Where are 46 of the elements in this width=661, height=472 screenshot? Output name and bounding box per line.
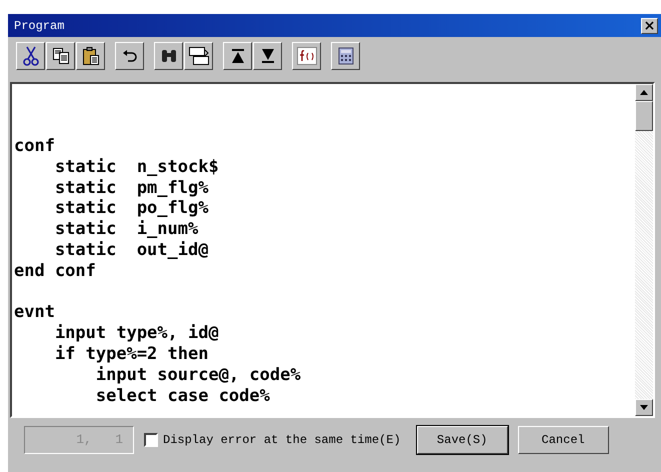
scissors-button[interactable] xyxy=(16,42,45,70)
vertical-scrollbar[interactable] xyxy=(635,84,653,416)
code-line: static pm_flg% xyxy=(54,178,208,198)
jump-top-button[interactable] xyxy=(223,42,252,70)
code-line: evnt xyxy=(14,302,55,322)
code-line: input source@, code% xyxy=(94,364,301,385)
jump-bottom-button[interactable] xyxy=(253,42,282,70)
checkbox-label[interactable]: Display error at the same time(E) xyxy=(163,433,401,447)
calculator-button[interactable] xyxy=(331,42,360,70)
code-line: select case code% xyxy=(94,386,270,406)
code-editor[interactable]: conf static n_stock$ static pm_flg% static po_flg% static i_num% static out_id@ end conf evnt input type%, id@ if type%=2 then input source@, code% select case code% xyxy=(10,82,655,418)
cancel-button[interactable]: Cancel xyxy=(518,426,609,454)
checkbox[interactable] xyxy=(144,433,158,447)
clipboard-button[interactable] xyxy=(76,42,105,70)
code-line: static i_num% xyxy=(54,219,198,240)
scroll-up-button[interactable] xyxy=(635,84,653,101)
undo-arrow-icon xyxy=(122,49,138,63)
scissors-icon xyxy=(22,46,38,66)
code-line: static out_id@ xyxy=(54,240,208,260)
undo-arrow-button[interactable] xyxy=(115,42,144,70)
code-line: conf xyxy=(14,136,55,156)
window-title: Program xyxy=(14,18,64,32)
binoculars-button[interactable] xyxy=(154,42,183,70)
copy-icon xyxy=(52,47,70,65)
code-line: end conf xyxy=(14,260,96,281)
clipboard-icon xyxy=(82,46,100,66)
scroll-thumb[interactable] xyxy=(635,101,653,131)
jump-bottom-icon xyxy=(260,48,274,64)
replace-text-icon xyxy=(188,46,210,66)
replace-text-button[interactable] xyxy=(184,42,213,70)
function-button[interactable] xyxy=(292,42,321,70)
copy-button[interactable] xyxy=(46,42,75,70)
jump-top-icon xyxy=(230,48,244,64)
up-arrow-icon xyxy=(640,90,648,95)
save-button[interactable]: Save(S) xyxy=(416,426,508,454)
code-line: if type%=2 then xyxy=(54,344,208,364)
code-line: static po_flg% xyxy=(54,198,208,218)
calculator-icon xyxy=(338,47,354,65)
cursor-position-field: 1, 1 xyxy=(24,426,134,454)
down-arrow-icon xyxy=(640,405,648,410)
code-line: static n_stock$ xyxy=(54,156,219,177)
code-line: input type%, id@ xyxy=(54,323,219,344)
binoculars-icon xyxy=(160,48,178,64)
function-icon xyxy=(296,47,316,65)
close-button[interactable]: × xyxy=(641,18,658,34)
scroll-down-button[interactable] xyxy=(635,399,653,416)
